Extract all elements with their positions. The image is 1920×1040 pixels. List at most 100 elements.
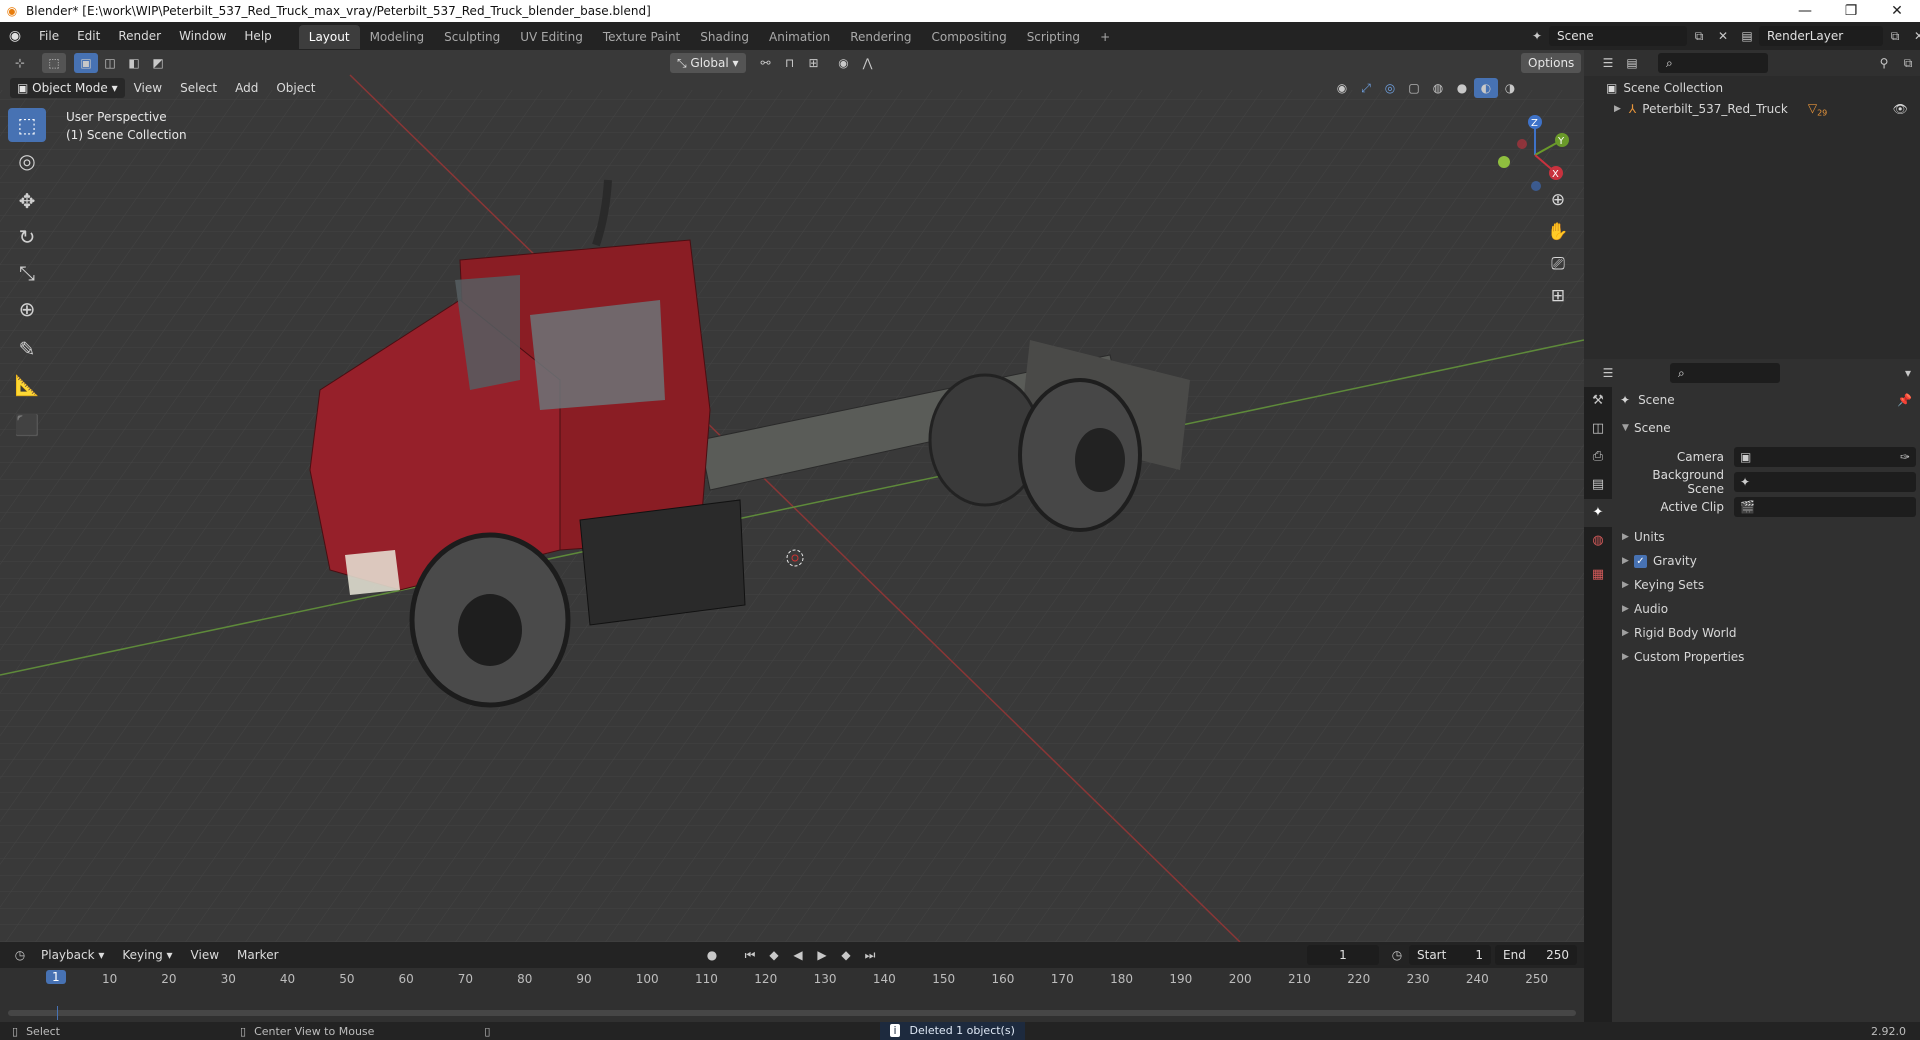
rendered-shading-icon[interactable]: ◑ [1498,78,1522,98]
visibility-icon[interactable]: ◉ [1330,78,1354,98]
editor-type-icon[interactable]: ⊹ [8,53,32,73]
world-tab-icon[interactable]: ◍ [1584,527,1612,555]
menu-select[interactable]: Select [171,74,226,102]
scene-panel-header[interactable]: ▼ Scene [1616,416,1916,440]
properties-search-input[interactable]: ⌕ [1670,363,1780,383]
scene-selector[interactable]: Scene [1549,26,1687,46]
solid-shading-icon[interactable]: ● [1450,78,1474,98]
display-mode-icon[interactable]: ▤ [1620,53,1644,73]
active-clip-field[interactable]: 🎬 [1734,496,1916,517]
prev-keyframe-icon[interactable]: ◆ [762,945,786,965]
restore-button[interactable]: ❐ [1828,3,1874,19]
preview-range-icon[interactable]: ◷ [1385,945,1409,965]
tab-modeling[interactable]: Modeling [360,25,435,49]
measure-tool-icon[interactable]: 📐 [8,368,46,402]
new-scene-icon[interactable]: ⧉ [1687,26,1711,46]
tab-animation[interactable]: Animation [759,25,840,49]
select-tool-icon[interactable]: ⬚ [42,52,66,73]
menu-view[interactable]: View [125,74,171,102]
background-scene-field[interactable]: ✦ [1734,471,1916,492]
start-frame-field[interactable]: Start 1 [1409,945,1491,965]
outliner-item-truck[interactable]: ▶ ⅄ Peterbilt_537_Red_Truck ▽29 👁 [1584,98,1920,120]
eyedropper-icon[interactable]: ✑ [1900,450,1910,464]
tab-sculpting[interactable]: Sculpting [434,25,510,49]
renderlayer-selector[interactable]: RenderLayer [1759,26,1883,46]
tab-layout[interactable]: Layout [298,25,360,49]
current-frame-field[interactable]: 1 [1307,945,1379,965]
filter-icon[interactable]: ⚲ [1872,53,1896,73]
cursor-tool-icon[interactable]: ◎ [8,144,46,178]
move-tool-icon[interactable]: ✥ [8,184,46,218]
menu-file[interactable]: File [30,22,68,50]
select-mode-intersect-icon[interactable]: ◩ [146,53,170,73]
object-mode-dropdown[interactable]: ▣ Object Mode ▾ [10,77,125,98]
scene-tab-icon[interactable]: ✦ [1584,499,1612,527]
select-mode-subtract-icon[interactable]: ◧ [122,53,146,73]
properties-options-icon[interactable]: ▾ [1896,363,1920,383]
camera-view-icon[interactable]: ⎚ [1543,254,1573,282]
render-tab-icon[interactable]: ◫ [1584,415,1612,443]
delete-scene-icon[interactable]: ✕ [1711,26,1735,46]
tab-rendering[interactable]: Rendering [840,25,921,49]
perspective-toggle-icon[interactable]: ⊞ [1543,286,1573,314]
jump-end-icon[interactable]: ⏭ [858,945,882,965]
texture-tab-icon[interactable]: ▦ [1584,561,1612,589]
zoom-icon[interactable]: ⊕ [1543,190,1573,218]
outliner-scene-collection[interactable]: ▣ Scene Collection [1584,76,1920,96]
add-workspace-button[interactable]: + [1090,25,1120,49]
menu-add[interactable]: Add [226,74,267,102]
camera-field[interactable]: ▣ ✑ [1734,446,1916,467]
menu-render[interactable]: Render [109,22,170,50]
menu-playback[interactable]: Playback ▾ [32,941,113,969]
xray-icon[interactable]: ▢ [1402,78,1426,98]
panel-audio[interactable]: ▶ Audio [1616,597,1916,621]
menu-keying[interactable]: Keying ▾ [113,941,181,969]
timeline-editor-type-icon[interactable]: ◷ [8,945,32,965]
pin-icon[interactable]: 📌 [1897,393,1912,407]
menu-edit[interactable]: Edit [68,22,109,50]
rotate-tool-icon[interactable]: ↻ [8,220,46,254]
tab-scripting[interactable]: Scripting [1017,25,1090,49]
tab-shading[interactable]: Shading [690,25,759,49]
end-frame-field[interactable]: End 250 [1495,945,1577,965]
jump-start-icon[interactable]: ⏮ [738,945,762,965]
record-icon[interactable]: ● [700,945,724,965]
eye-icon[interactable]: 👁 [1893,102,1908,116]
annotate-tool-icon[interactable]: ✎ [8,332,46,366]
transform-orientation-dropdown[interactable]: ⤡ Global ▾ [670,52,746,73]
menu-object[interactable]: Object [267,74,324,102]
tab-texture-paint[interactable]: Texture Paint [593,25,690,49]
expand-arrow-icon[interactable]: ▶ [1614,104,1621,114]
panel-rigid-body-world[interactable]: ▶ Rigid Body World [1616,621,1916,645]
new-renderlayer-icon[interactable]: ⧉ [1883,26,1907,46]
navigation-gizmo[interactable]: Z Y X [1490,110,1580,200]
timeline-scrollbar[interactable] [8,1010,1576,1016]
tool-tab-icon[interactable]: ⚒ [1584,387,1612,415]
delete-renderlayer-icon[interactable]: ✕ [1907,26,1920,46]
falloff-icon[interactable]: ⋀ [856,53,880,73]
outliner-editor-type-icon[interactable]: ☰ [1596,53,1620,73]
outliner-search-input[interactable]: ⌕ [1658,53,1768,73]
menu-timeline-view[interactable]: View [182,941,228,969]
menu-window[interactable]: Window [170,22,235,50]
output-tab-icon[interactable]: ⎙ [1584,443,1612,471]
timeline-ruler[interactable]: 1 10 20 30 40 50 60 70 80 90 100 110 120 130 140 150 16… [0,968,1584,992]
pivot-point-icon[interactable]: ⚯ [754,53,778,73]
close-button[interactable]: ✕ [1874,3,1920,19]
panel-gravity[interactable]: ▶ ✓ Gravity [1616,549,1916,573]
gizmo-toggle-icon[interactable]: ⤢ [1354,78,1378,98]
add-cube-tool-icon[interactable]: ⬛ [8,408,46,442]
material-shading-icon[interactable]: ◐ [1474,77,1498,98]
properties-editor-type-icon[interactable]: ☰ [1596,363,1620,383]
select-box-tool-icon[interactable]: ⬚ [8,108,46,142]
pan-hand-icon[interactable]: ✋ [1543,222,1573,250]
view-layer-tab-icon[interactable]: ▤ [1584,471,1612,499]
gravity-checkbox[interactable]: ✓ [1634,554,1647,568]
tab-uv-editing[interactable]: UV Editing [510,25,593,49]
play-reverse-icon[interactable]: ◀ [786,945,810,965]
menu-help[interactable]: Help [235,22,280,50]
snap-icon[interactable]: ⊓ [778,53,802,73]
playhead-frame[interactable]: 1 [46,970,66,984]
panel-custom-properties[interactable]: ▶ Custom Properties [1616,645,1916,669]
overlay-toggle-icon[interactable]: ◎ [1378,78,1402,98]
